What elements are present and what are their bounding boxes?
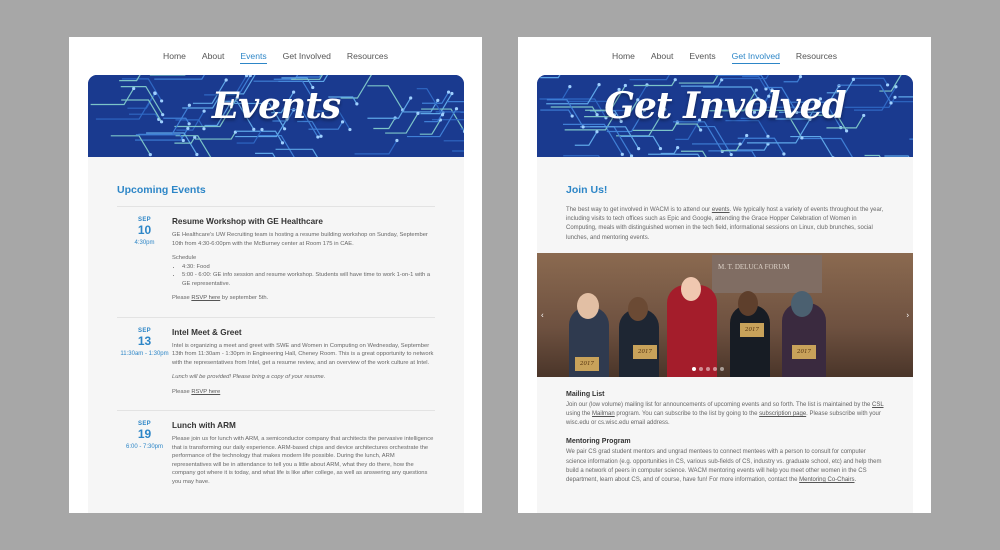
placard: 2017 — [633, 344, 657, 359]
event-description: GE Healthcare's UW Recruiting team is ho… — [172, 232, 428, 247]
nav-events[interactable]: Events — [681, 51, 723, 61]
top-nav: Home About Events Get Involved Resources — [69, 37, 482, 75]
event-date: SEP 10 4:30pm — [117, 217, 172, 309]
placard: 2017 — [792, 344, 816, 359]
mentoring-text: We pair CS grad student mentors and ungr… — [566, 449, 882, 484]
subscription-page-link[interactable]: subscription page — [759, 411, 806, 417]
event-item: SEP 19 6:00 - 7:30pm Lunch with ARM Plea… — [117, 410, 435, 500]
mailing-list-text: Join our (low volume) mailing list for a… — [566, 401, 884, 427]
event-title: Resume Workshop with GE Healthcare — [172, 217, 323, 226]
nav-get-involved[interactable]: Get Involved — [724, 51, 788, 64]
nav-events[interactable]: Events — [232, 51, 274, 64]
get-involved-page-screenshot: Home About Events Get Involved Resources… — [518, 37, 931, 513]
top-nav: Home About Events Get Involved Resources — [518, 37, 931, 75]
event-description: Please join us for lunch with ARM, a sem… — [172, 436, 434, 485]
nav-resources[interactable]: Resources — [339, 51, 396, 61]
mailing-list-heading: Mailing List — [566, 390, 605, 398]
main-content: Upcoming Events SEP 10 4:30pm Resume Wor… — [88, 157, 464, 513]
section-title: Join Us! — [566, 184, 608, 196]
rsvp-link[interactable]: RSVP here — [191, 295, 220, 301]
mentoring-heading: Mentoring Program — [566, 438, 631, 446]
event-description: Intel is organizing a meet and greet wit… — [172, 342, 434, 366]
event-title: Intel Meet & Greet — [172, 327, 242, 337]
placard: 2017 — [575, 356, 599, 371]
rsvp-link[interactable]: RSVP here — [191, 389, 220, 395]
nav-about[interactable]: About — [643, 51, 681, 61]
event-time: 4:30pm — [134, 240, 155, 246]
intro-paragraph: The best way to get involved in WACM is … — [566, 207, 884, 241]
csl-link[interactable]: CSL — [872, 402, 883, 408]
event-time: 6:00 - 7:30pm — [125, 444, 164, 450]
group-photo-carousel: M. T. DELUCA FORUM 2017 2017 2017 2017 ‹… — [537, 252, 913, 377]
events-page-screenshot: Home About Events Get Involved Resources… — [69, 37, 482, 513]
event-title: Lunch with ARM — [172, 421, 236, 430]
schedule-label: Schedule — [172, 255, 197, 261]
carousel-prev-icon[interactable]: ‹ — [541, 310, 544, 319]
rsvp-line: Please RSVP here by september 5th. — [172, 295, 269, 301]
schedule-list: 4:30: Food 5:00 - 6:00: GE info session … — [182, 263, 435, 289]
event-day: 10 — [137, 223, 152, 237]
nav-get-involved[interactable]: Get Involved — [275, 51, 339, 61]
page-banner: Events — [88, 75, 464, 157]
schedule-item: 4:30: Food — [182, 263, 435, 272]
nav-resources[interactable]: Resources — [788, 51, 845, 61]
carousel-dots[interactable] — [692, 366, 724, 371]
banner-title: Get Involved — [604, 85, 846, 127]
banner-title: Events — [211, 85, 341, 127]
forum-sign: M. T. DELUCA FORUM — [712, 254, 822, 293]
event-item: SEP 10 4:30pm Resume Workshop with GE He… — [117, 206, 435, 317]
event-note: Lunch will be provided! Please bring a c… — [172, 374, 326, 380]
placard: 2017 — [740, 322, 764, 337]
rsvp-line: Please RSVP here — [172, 388, 221, 395]
nav-home[interactable]: Home — [155, 51, 194, 61]
event-time: 11:30am - 1:30pm — [120, 350, 169, 357]
nav-about[interactable]: About — [194, 51, 232, 61]
events-link[interactable]: events — [712, 207, 730, 213]
schedule-item: 5:00 - 6:00: GE info session and resume … — [182, 271, 435, 288]
event-day: 13 — [137, 333, 152, 348]
mentoring-chairs-link[interactable]: Mentoring Co-Chairs — [799, 477, 854, 483]
main-content: Join Us! The best way to get involved in… — [537, 157, 913, 513]
event-date: SEP 13 11:30am - 1:30pm — [117, 328, 172, 403]
nav-home[interactable]: Home — [604, 51, 643, 61]
mailman-link[interactable]: Mailman — [592, 411, 615, 417]
carousel-next-icon[interactable]: › — [906, 310, 909, 319]
event-item: SEP 13 11:30am - 1:30pm Intel Meet & Gre… — [117, 316, 435, 411]
page-banner: Get Involved — [537, 75, 913, 157]
event-day: 19 — [137, 427, 152, 441]
event-date: SEP 19 6:00 - 7:30pm — [117, 421, 172, 492]
section-title: Upcoming Events — [117, 184, 206, 196]
